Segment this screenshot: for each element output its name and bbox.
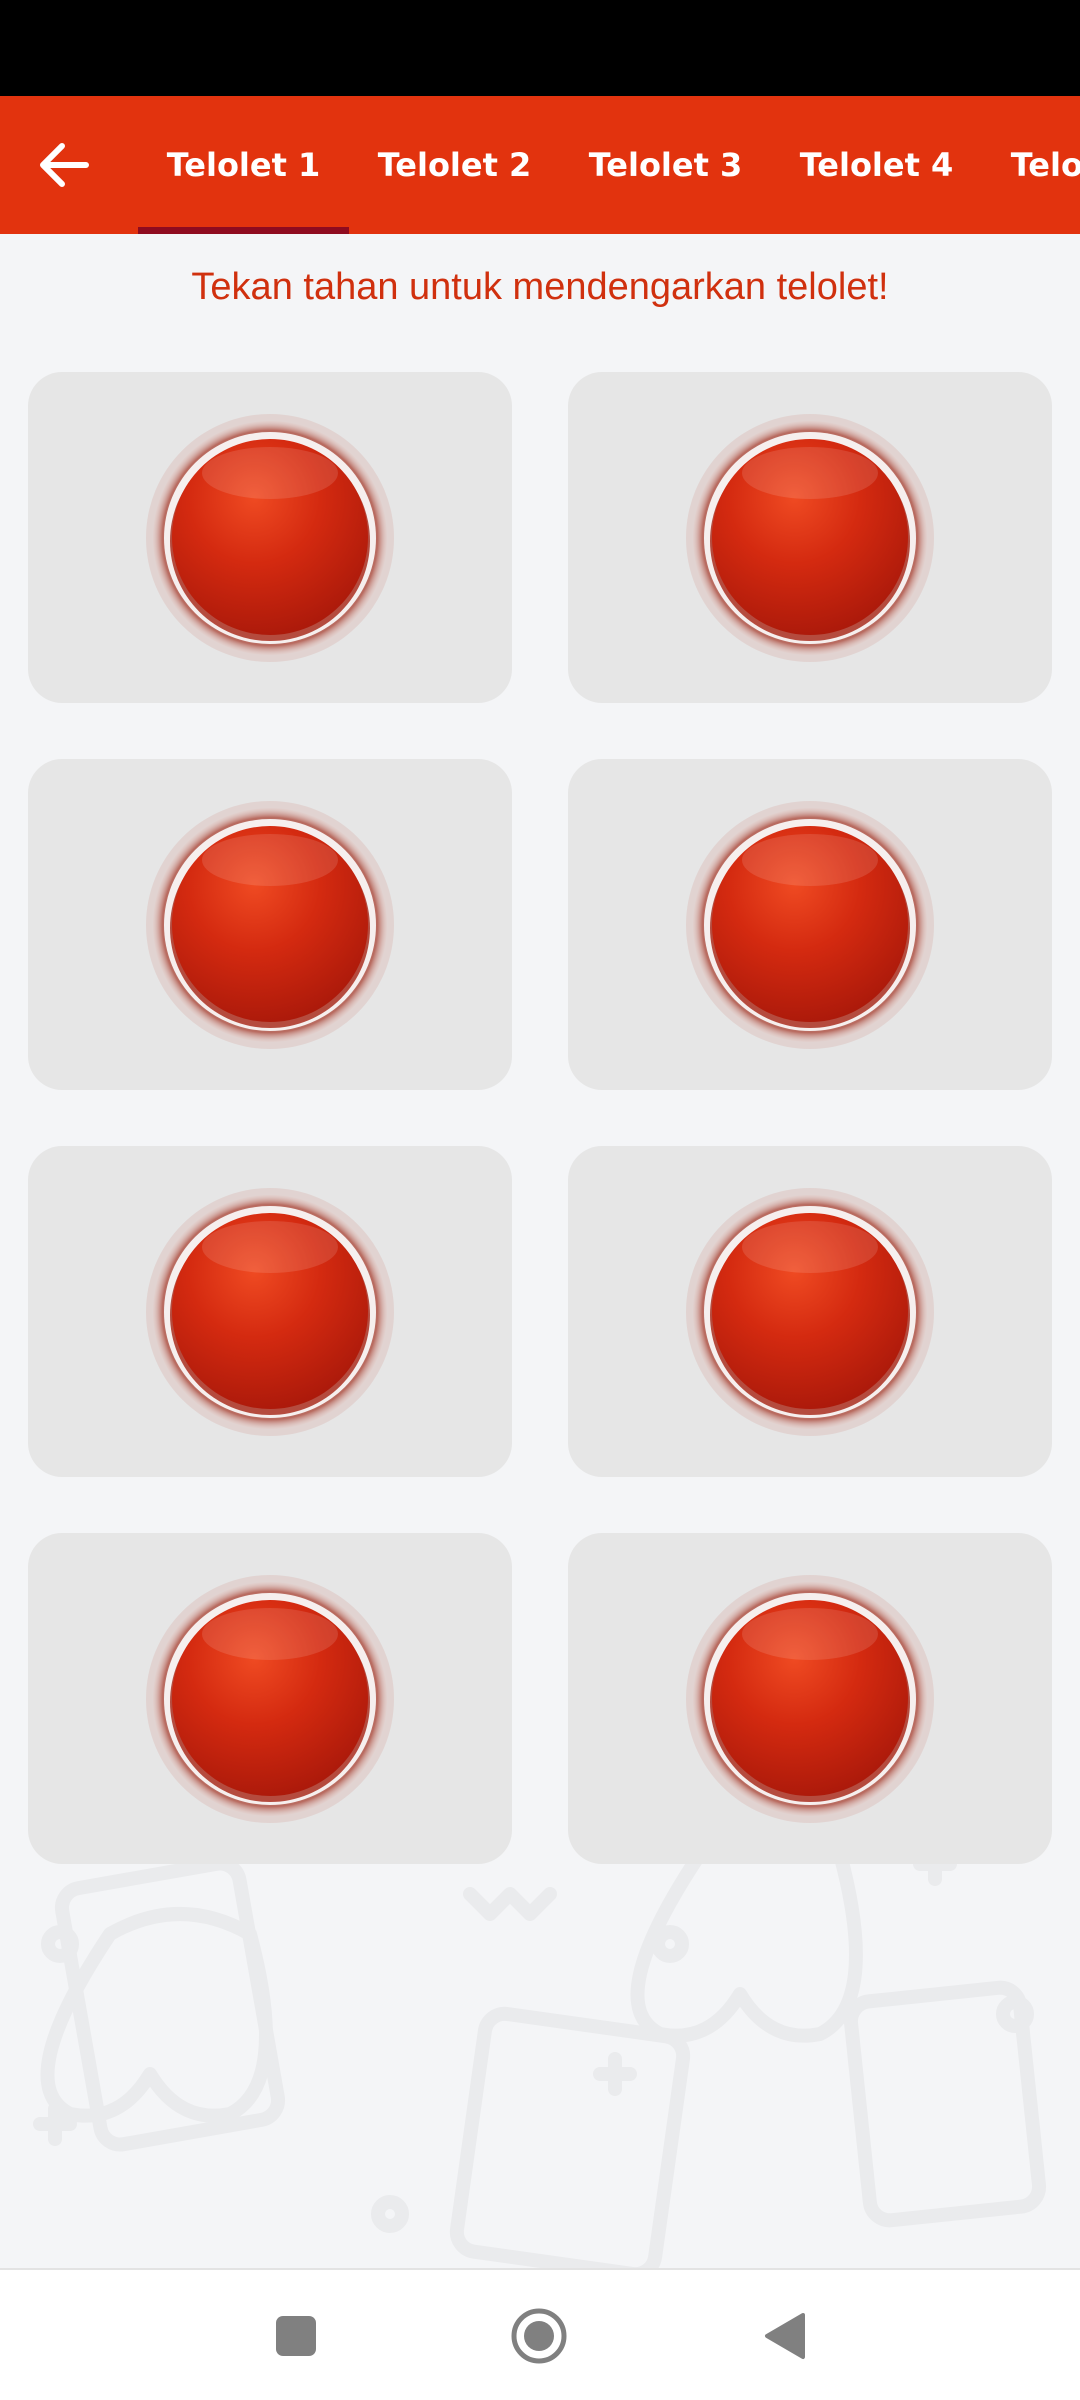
tab-label: Telolet 3 xyxy=(588,146,743,184)
app-bar: Telolet 1 Telolet 2 Telolet 3 Telolet 4 … xyxy=(0,96,1080,234)
tab-label: Telolet 5 xyxy=(1010,146,1080,184)
triangle-back-icon xyxy=(765,2313,805,2359)
status-bar xyxy=(0,0,1080,96)
red-button-icon xyxy=(686,413,934,662)
tab-label: Telolet 4 xyxy=(799,146,954,184)
tab-label: Telolet 2 xyxy=(377,146,532,184)
tab-telolet-5[interactable]: Telolet 5 xyxy=(982,96,1080,234)
square-icon xyxy=(276,2316,316,2356)
system-nav-bar xyxy=(0,2268,1080,2400)
telolet-button-6[interactable] xyxy=(568,1146,1052,1477)
instruction-text: Tekan tahan untuk mendengarkan telolet! xyxy=(191,266,889,308)
back-button[interactable] xyxy=(28,129,100,201)
red-button-icon xyxy=(146,1187,394,1436)
telolet-button-3[interactable] xyxy=(28,759,512,1090)
red-button-icon xyxy=(146,1574,394,1823)
red-button-icon xyxy=(686,1187,934,1436)
arrow-left-icon xyxy=(40,143,89,187)
telolet-button-5[interactable] xyxy=(28,1146,512,1477)
telolet-button-2[interactable] xyxy=(568,372,1052,703)
tab-telolet-1[interactable]: Telolet 1 xyxy=(138,96,349,234)
red-button-icon xyxy=(686,800,934,1049)
red-button-icon xyxy=(146,413,394,662)
tab-label: Telolet 1 xyxy=(166,146,321,184)
back-nav-button[interactable] xyxy=(740,2292,828,2380)
telolet-button-7[interactable] xyxy=(28,1533,512,1864)
telolet-button-1[interactable] xyxy=(28,372,512,703)
telolet-button-4[interactable] xyxy=(568,759,1052,1090)
telolet-button-grid xyxy=(28,372,1052,1864)
tab-telolet-4[interactable]: Telolet 4 xyxy=(771,96,982,234)
circle-icon xyxy=(511,2308,567,2364)
tab-strip: Telolet 1 Telolet 2 Telolet 3 Telolet 4 … xyxy=(138,96,1080,234)
telolet-button-8[interactable] xyxy=(568,1533,1052,1864)
recents-button[interactable] xyxy=(252,2292,340,2380)
content-area: Tekan tahan untuk mendengarkan telolet! xyxy=(0,234,1080,2268)
home-button[interactable] xyxy=(495,2292,583,2380)
tab-telolet-2[interactable]: Telolet 2 xyxy=(349,96,560,234)
tab-telolet-3[interactable]: Telolet 3 xyxy=(560,96,771,234)
red-button-icon xyxy=(146,800,394,1049)
red-button-icon xyxy=(686,1574,934,1823)
